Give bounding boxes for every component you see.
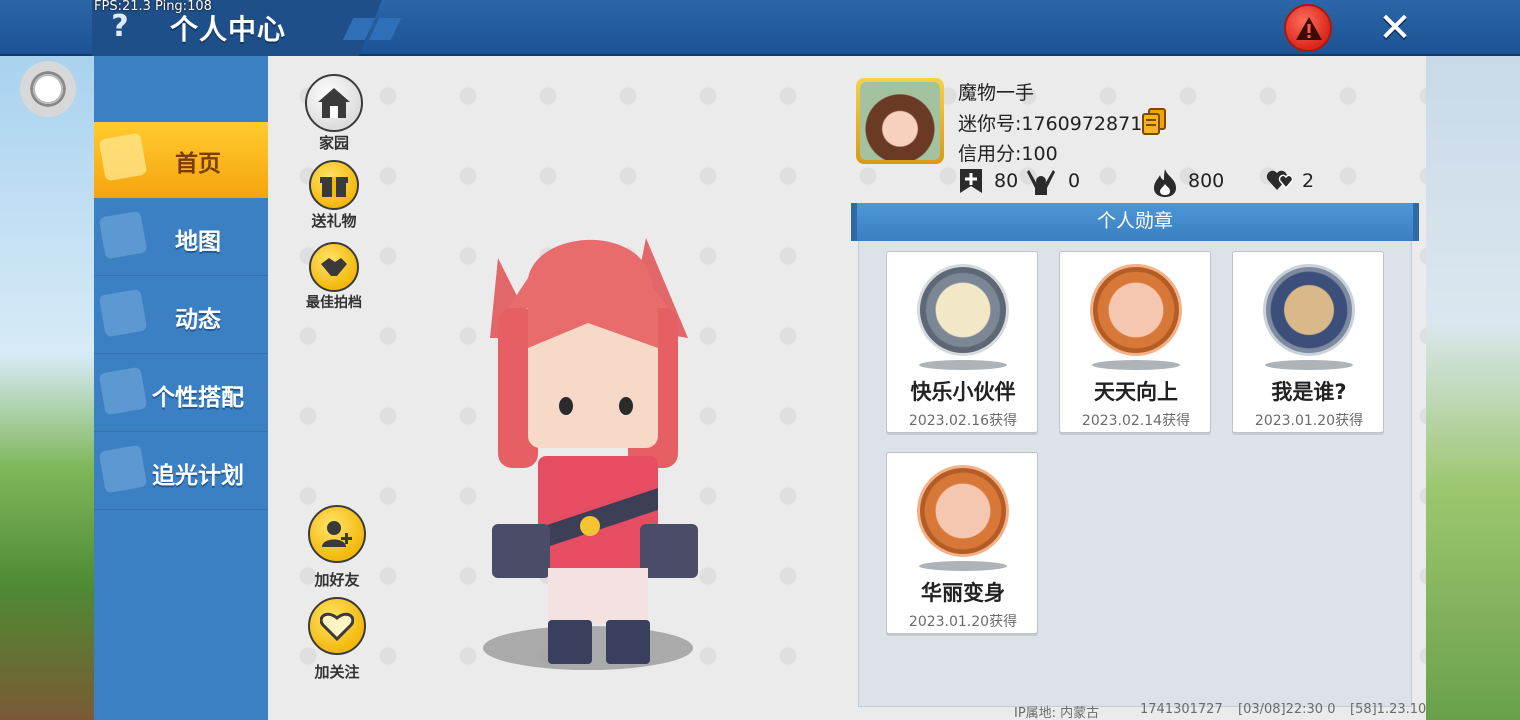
sidebar-item-outfit[interactable]: 个性搭配 xyxy=(94,356,268,432)
report-button[interactable] xyxy=(1284,4,1332,52)
house-icon xyxy=(305,74,363,132)
likes-stat: 2 xyxy=(1266,166,1326,196)
sidebar-item-label: 动态 xyxy=(175,307,221,333)
page-title: 个人中心 xyxy=(170,13,287,46)
best-partner-label: 最佳拍档 xyxy=(306,295,362,311)
heart-icon xyxy=(308,597,366,655)
medal-date: 2023.01.20获得 xyxy=(908,614,1018,630)
medal-date: 2023.02.16获得 xyxy=(908,413,1018,429)
sidebar-item-label: 个性搭配 xyxy=(152,385,244,411)
ip-location: IP属地: 内蒙古 xyxy=(1014,706,1100,720)
send-gift-button[interactable]: 送礼物 xyxy=(300,160,368,231)
medal-shadow xyxy=(919,360,1007,370)
header-bar: ? FPS:21.3 Ping:108 个人中心 ✕ xyxy=(0,0,1520,56)
timestamp-text: [03/08]22:30 0 xyxy=(1238,702,1336,717)
header-stripe-decoration xyxy=(368,18,402,40)
medal-name: 天天向上 xyxy=(1094,380,1178,404)
mini-id: 迷你号:1760972871 xyxy=(958,113,1143,135)
medal-name: 我是谁? xyxy=(1271,380,1347,404)
follow-label: 加关注 xyxy=(314,663,360,681)
calendar-medal-icon xyxy=(1090,264,1182,356)
best-partner-button[interactable]: 最佳拍档 xyxy=(296,242,372,312)
send-gift-label: 送礼物 xyxy=(311,212,357,230)
popularity-count: 800 xyxy=(1188,170,1225,192)
medal-date: 2023.02.14获得 xyxy=(1081,413,1191,429)
sidebar-item-feed[interactable]: 动态 xyxy=(94,278,268,354)
cheer-person-icon xyxy=(1027,170,1055,195)
player-character-model[interactable] xyxy=(478,228,718,678)
bookmark-plus-icon xyxy=(960,169,982,193)
id-card-medal-icon xyxy=(1263,264,1355,356)
sidebar-item-label: 地图 xyxy=(175,229,221,255)
sidebar-item-label: 追光计划 xyxy=(152,463,244,489)
transform-medal-icon xyxy=(917,465,1009,557)
background-scenery-right xyxy=(1424,56,1520,720)
player-name: 魔物一手 xyxy=(958,82,1035,104)
medal-shadow xyxy=(919,561,1007,571)
hearts-icon xyxy=(1266,170,1294,190)
gift-icon xyxy=(309,160,359,210)
medal-shadow xyxy=(1265,360,1353,370)
medal-card[interactable]: 快乐小伙伴 2023.02.16获得 xyxy=(886,251,1038,433)
follow-button[interactable]: 加关注 xyxy=(304,597,370,682)
home-label: 家园 xyxy=(318,134,349,152)
add-user-icon xyxy=(308,505,366,563)
fans-count: 0 xyxy=(1068,170,1081,192)
fire-icon xyxy=(1154,169,1176,197)
medal-name: 快乐小伙伴 xyxy=(910,380,1016,404)
likes-count: 2 xyxy=(1302,170,1315,192)
home-button[interactable]: 家园 xyxy=(300,74,368,153)
credit-score: 信用分:100 xyxy=(958,143,1058,165)
bookmark-count: 80 xyxy=(994,170,1019,192)
add-friend-label: 加好友 xyxy=(314,571,360,589)
avatar[interactable] xyxy=(856,78,944,164)
sidebar-item-light-plan[interactable]: 追光计划 xyxy=(94,434,268,510)
background-scenery-left xyxy=(0,56,94,720)
help-icon[interactable]: ? xyxy=(106,10,134,44)
floating-menu-ring-icon[interactable] xyxy=(20,61,76,117)
medal-date: 2023.01.20获得 xyxy=(1254,413,1364,429)
handshake-icon xyxy=(309,242,359,292)
medal-card[interactable]: 天天向上 2023.02.14获得 xyxy=(1059,251,1211,433)
uid-text: 1741301727 xyxy=(1140,702,1223,717)
copy-icon[interactable] xyxy=(1141,108,1167,136)
medal-name: 华丽变身 xyxy=(921,581,1005,605)
medal-section-title: 个人勋章 xyxy=(851,203,1419,241)
warning-icon xyxy=(1296,17,1322,40)
medal-card[interactable]: 华丽变身 2023.01.20获得 xyxy=(886,452,1038,634)
popularity-stat: 800 xyxy=(1152,166,1242,197)
friends-medal-icon xyxy=(917,264,1009,356)
sidebar-item-home[interactable]: 首页 xyxy=(94,122,268,198)
close-button[interactable]: ✕ xyxy=(1372,6,1418,50)
medal-card[interactable]: 我是谁? 2023.01.20获得 xyxy=(1232,251,1384,433)
version-text: [58]1.23.10 xyxy=(1350,702,1427,717)
fans-stat[interactable]: 0 xyxy=(1026,166,1096,196)
add-friend-button[interactable]: 加好友 xyxy=(304,505,370,590)
sidebar-item-map[interactable]: 地图 xyxy=(94,200,268,276)
medal-shadow xyxy=(1092,360,1180,370)
sidebar: 首页 地图 动态 个性搭配 追光计划 xyxy=(94,56,268,720)
sidebar-item-label: 首页 xyxy=(175,151,221,177)
